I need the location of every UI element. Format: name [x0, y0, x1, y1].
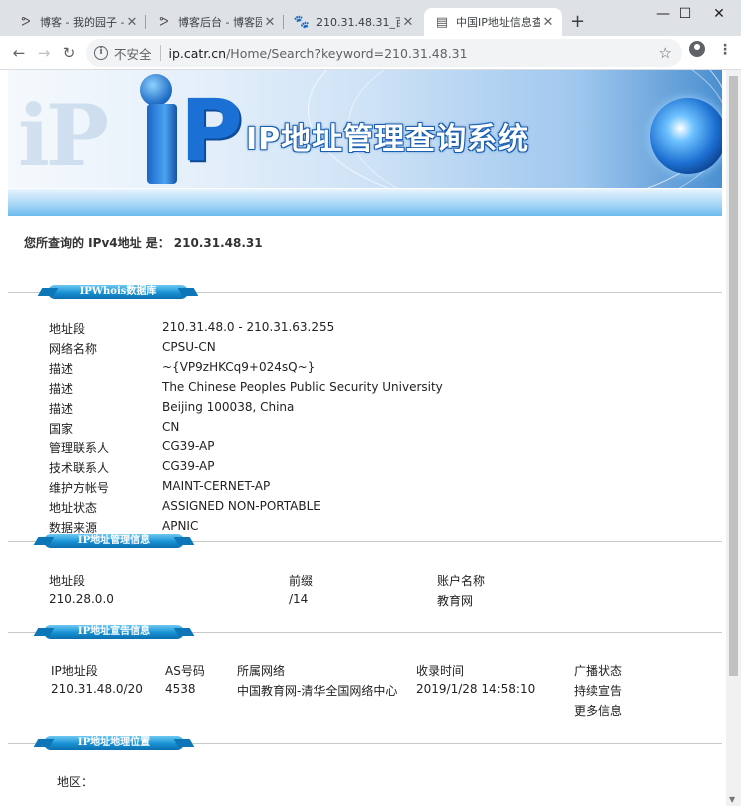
baidu-paw-icon: 🐾 — [293, 14, 311, 30]
new-tab-button[interactable]: + — [570, 11, 585, 32]
url-host: ip.catr.cn — [168, 45, 227, 61]
tab-baidu-search[interactable]: 🐾 210.31.48.31_百度搜 ✕ — [284, 8, 422, 36]
table-header: AS号码 — [165, 664, 205, 678]
whois-key: 网络名称 — [49, 341, 98, 356]
whois-value: CG39-AP — [162, 459, 215, 474]
reload-icon[interactable]: ↻ — [58, 42, 80, 64]
forward-arrow-icon[interactable]: → — [33, 42, 55, 64]
whois-key: 描述 — [49, 381, 74, 396]
back-arrow-icon[interactable]: ← — [8, 42, 30, 64]
close-icon[interactable]: ✕ — [124, 15, 140, 30]
bookmark-star-icon[interactable]: ☆ — [659, 44, 672, 62]
whois-value: Beijing 100038, China — [162, 399, 295, 414]
tab-cnblogs-home[interactable]: ᕗ 博客 - 我的园子 - 博 ✕ — [8, 8, 146, 36]
whois-value: 210.31.48.0 - 210.31.63.255 — [162, 320, 335, 334]
section-title: IP地址地理位置 — [44, 736, 184, 750]
section-title: IP地址管理信息 — [44, 534, 184, 548]
scroll-down-arrow-icon[interactable]: ▼ — [729, 795, 735, 804]
table-cell: 持续宣告 — [574, 684, 623, 698]
page-icon: ▤ — [435, 14, 449, 30]
tab-bar: ᕗ 博客 - 我的园子 - 博 ✕ ᕗ 博客后台 - 博客园 ✕ 🐾 210.3… — [0, 0, 741, 36]
insecure-label: 不安全 — [114, 46, 152, 62]
logo-globe-dot — [140, 74, 172, 106]
vertical-scrollbar[interactable]: ▼ — [726, 70, 741, 806]
table-cell: 教育网 — [437, 594, 474, 608]
whois-value: CN — [162, 419, 180, 434]
close-icon[interactable]: ✕ — [400, 15, 416, 30]
table-cell: 210.28.0.0 — [49, 592, 114, 606]
whois-key: 描述 — [49, 361, 74, 376]
whois-key: 描述 — [49, 401, 74, 416]
tab-ip-query[interactable]: ▤ 中国IP地址信息查询 ✕ — [424, 8, 562, 36]
tab-label: 中国IP地址信息查询 — [456, 16, 540, 29]
table-header: 前缀 — [289, 574, 314, 588]
site-banner: iP P IP地址管理查询系统 — [8, 70, 722, 188]
table-header: 广播状态 — [574, 664, 623, 678]
logo-i-stem — [147, 104, 177, 184]
section-header-mgmt: IP地址管理信息 — [8, 534, 722, 548]
whois-key: 地址状态 — [49, 501, 98, 516]
table-header: IP地址段 — [51, 664, 98, 678]
address-bar[interactable]: i 不安全 ip.catr.cn/Home/Search?keyword=210… — [86, 39, 682, 67]
menu-kebab-icon[interactable]: ⋮ — [718, 42, 732, 58]
whois-value: CPSU-CN — [162, 339, 216, 354]
whois-value: ASSIGNED NON-PORTABLE — [162, 499, 321, 514]
whois-value: ~{VP9zHKCq9+024sQ~} — [162, 359, 316, 374]
banner-ghost-text: iP — [18, 86, 109, 185]
whois-key: 国家 — [49, 421, 74, 436]
section-header-geo: IP地址地理位置 — [8, 736, 722, 750]
table-cell: 中国教育网-清华全国网络中心 — [237, 684, 398, 698]
whois-value: MAINT-CERNET-AP — [162, 479, 271, 494]
whois-value: The Chinese Peoples Public Security Univ… — [162, 379, 443, 394]
table-cell: 210.31.48.0/20 — [51, 682, 143, 696]
logo-p-letter: P — [180, 81, 244, 181]
cnblogs-icon: ᕗ — [21, 14, 31, 30]
query-ip: 210.31.48.31 — [173, 236, 263, 250]
url-path: /Home/Search?keyword=210.31.48.31 — [226, 45, 468, 61]
whois-key: 管理联系人 — [49, 441, 110, 456]
close-icon[interactable]: ✕ — [540, 15, 556, 30]
query-prefix: 您所查询的 IPv4地址 是： — [24, 236, 170, 250]
table-header: 账户名称 — [437, 574, 486, 588]
cnblogs-icon: ᕗ — [159, 14, 169, 30]
more-info-link[interactable]: 更多信息 — [574, 702, 622, 719]
browser-toolbar: ← → ↻ i 不安全 ip.catr.cn/Home/Search?keywo… — [0, 36, 741, 70]
globe-icon — [650, 98, 722, 174]
tab-cnblogs-admin[interactable]: ᕗ 博客后台 - 博客园 ✕ — [146, 8, 284, 36]
section-title: IPWhois数据库 — [48, 285, 188, 299]
whois-key: 技术联系人 — [49, 461, 110, 476]
tab-label: 博客后台 - 博客园 — [178, 16, 262, 29]
tab-label: 210.31.48.31_百度搜 — [316, 16, 400, 29]
section-title: IP地址宣告信息 — [44, 625, 184, 639]
region-label: 地区： — [57, 775, 94, 789]
section-header-announce: IP地址宣告信息 — [8, 625, 722, 639]
table-header: 所属网络 — [237, 664, 286, 678]
table-header: 地址段 — [49, 574, 86, 588]
whois-key: 维护方帐号 — [49, 481, 110, 496]
account-icon[interactable] — [689, 41, 705, 57]
scrollbar-thumb[interactable] — [729, 76, 738, 676]
whois-key: 地址段 — [49, 322, 86, 336]
whois-value: CG39-AP — [162, 439, 215, 454]
site-title: IP地址管理查询系统 — [246, 122, 530, 157]
table-cell: 2019/1/28 14:58:10 — [416, 682, 536, 696]
whois-value: APNIC — [162, 519, 199, 533]
table-cell: /14 — [289, 592, 309, 606]
divider — [159, 45, 161, 61]
table-header: 收录时间 — [416, 664, 465, 678]
section-header-whois: IPWhois数据库 — [8, 285, 722, 299]
window-close-icon[interactable]: ✕ — [697, 6, 741, 22]
query-summary: 您所查询的 IPv4地址 是： 210.31.48.31 — [24, 234, 263, 251]
banner-nav-bar — [8, 188, 722, 216]
table-cell: 4538 — [165, 682, 196, 696]
page-viewport: iP P IP地址管理查询系统 您所查询的 IPv4地址 是： 210.31.48… — [0, 70, 741, 806]
close-icon[interactable]: ✕ — [262, 15, 278, 30]
info-icon[interactable]: i — [94, 46, 108, 60]
tab-label: 博客 - 我的园子 - 博 — [40, 16, 124, 29]
